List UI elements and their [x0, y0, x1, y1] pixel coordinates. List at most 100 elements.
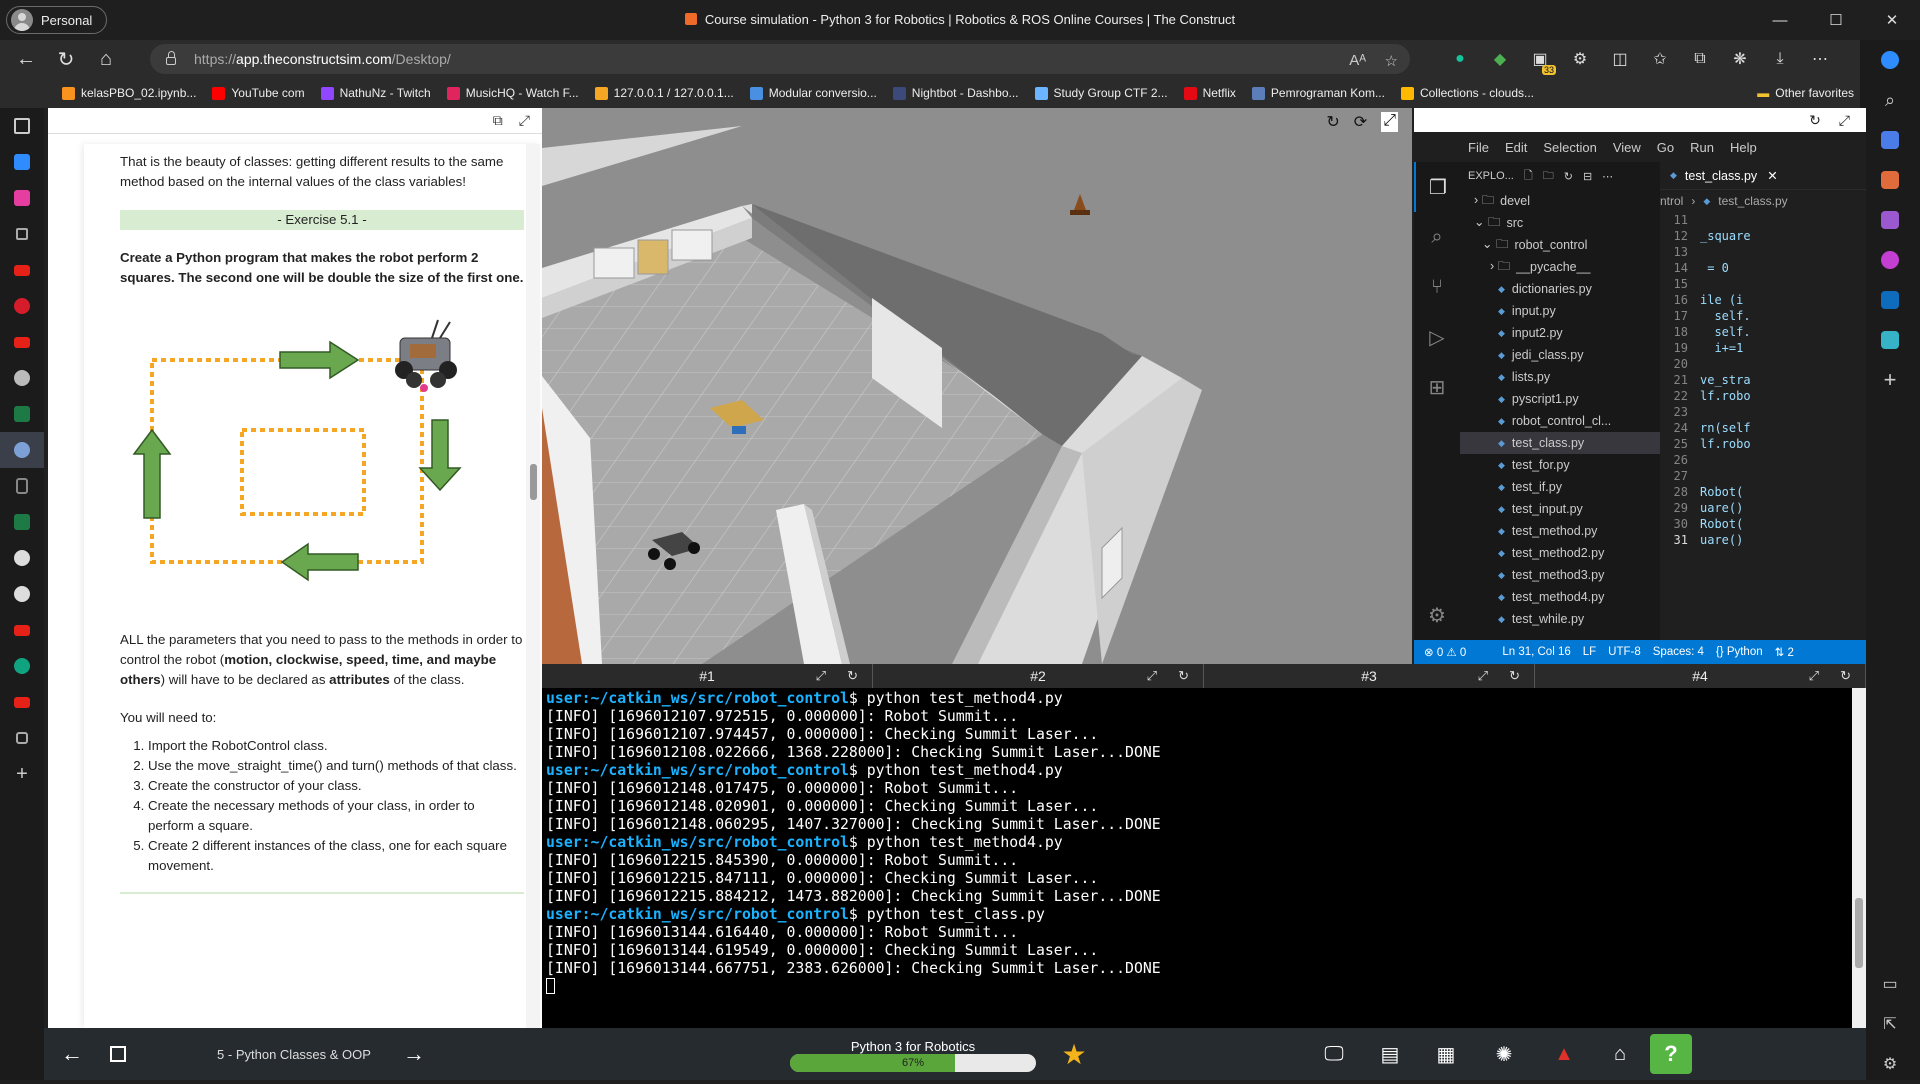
expand-icon[interactable]: ⤢ [1147, 668, 1157, 684]
settings-gear-icon[interactable]: ⚙ [1414, 590, 1460, 640]
tree-file[interactable]: ◆ test_method2.py [1460, 542, 1660, 564]
youtube-icon[interactable] [0, 612, 44, 648]
tools-icon[interactable] [1860, 160, 1920, 200]
bookmark-item[interactable]: NathuNz - Twitch [320, 86, 431, 100]
terminal-tab[interactable]: #4 ⤢ ↻ [1535, 664, 1866, 688]
terminal-scrollbar[interactable] [1852, 688, 1866, 1028]
tree-file[interactable]: ◆ test_if.py [1460, 476, 1660, 498]
add-icon[interactable]: + [1860, 360, 1920, 400]
bookmark-item[interactable]: Collections - clouds... [1400, 86, 1534, 100]
reload-icon[interactable]: ↻ [1809, 112, 1821, 129]
menu-item-edit[interactable]: Edit [1505, 140, 1527, 155]
excel-icon[interactable] [0, 396, 44, 432]
new-file-icon[interactable]: 🗋 [1524, 167, 1533, 186]
menu-item-help[interactable]: Help [1730, 140, 1757, 155]
star-icon[interactable]: ★ [1054, 1028, 1094, 1080]
tree-folder[interactable]: ⌄ 🗀 robot_control [1460, 234, 1660, 256]
drop-icon[interactable] [1860, 320, 1920, 360]
restart-icon[interactable]: ↻ [1178, 668, 1189, 684]
tree-file[interactable]: ◆ test_method3.py [1460, 564, 1660, 586]
gazebo-viewport[interactable]: ↻ ⟳ ⤢ [542, 108, 1412, 664]
split-screen-icon[interactable]: ◫ [1600, 49, 1640, 69]
bookmark-item[interactable]: Pemrograman Kom... [1251, 86, 1385, 100]
shopping-icon[interactable] [1860, 120, 1920, 160]
terminal-tab[interactable]: #2 ⤢ ↻ [873, 664, 1204, 688]
terminal-output[interactable]: user:~/catkin_ws/src/robot_control$ pyth… [546, 690, 1161, 996]
more-icon[interactable]: ⋯ [1800, 49, 1840, 69]
tree-file[interactable]: ◆ dictionaries.py [1460, 278, 1660, 300]
settings-icon[interactable]: ⚙ [1860, 1044, 1920, 1084]
cursor-position[interactable]: Ln 31, Col 16 [1502, 646, 1570, 658]
tree-file[interactable]: ◆ test_for.py [1460, 454, 1660, 476]
add-icon[interactable]: + [0, 756, 44, 792]
language-status[interactable]: {} Python [1716, 646, 1763, 658]
back-icon[interactable]: ← [6, 40, 46, 78]
tab-actions-icon[interactable] [0, 108, 44, 144]
home-icon[interactable]: ⌂ [1600, 1028, 1640, 1080]
outlook-icon[interactable] [1860, 280, 1920, 320]
extensions-icon[interactable]: ⊞ [1414, 362, 1460, 412]
youtube-icon[interactable] [0, 324, 44, 360]
bookmark-item[interactable]: YouTube com [212, 86, 305, 100]
notebook-icon[interactable]: ▤ [1370, 1028, 1410, 1080]
expand-icon[interactable]: ⤢ [1809, 668, 1819, 684]
read-aloud-icon[interactable]: Aᴬ [1349, 52, 1366, 69]
tree-file[interactable]: ◆ input.py [1460, 300, 1660, 322]
sidebar-toggle-icon[interactable]: ▭ [1860, 964, 1920, 1004]
collections-icon[interactable]: ⧉ [1680, 50, 1720, 68]
bookmark-item[interactable]: MusicHQ - Watch F... [446, 86, 579, 100]
maximize-icon[interactable]: ☐ [1808, 0, 1864, 40]
tree-file[interactable]: ◆ pyscript1.py [1460, 388, 1660, 410]
menu-item-file[interactable]: File [1468, 140, 1489, 155]
explorer-icon[interactable]: ❐ [1414, 162, 1460, 212]
minimize-icon[interactable]: — [1752, 0, 1808, 40]
extensions-icon[interactable]: ⚙ [1560, 49, 1600, 69]
bing-copilot-icon[interactable] [1860, 40, 1920, 80]
tree-file[interactable]: ◆ test_input.py [1460, 498, 1660, 520]
favorites-icon[interactable]: ✩ [1640, 49, 1680, 69]
menu-item-run[interactable]: Run [1690, 140, 1714, 155]
github-icon[interactable] [0, 360, 44, 396]
tree-file[interactable]: ◆ lists.py [1460, 366, 1660, 388]
next-arrow-icon[interactable]: → [394, 1028, 434, 1080]
terminal-input-line[interactable] [546, 978, 1161, 996]
reset-icon[interactable]: ↻ [1326, 112, 1339, 132]
restart-icon[interactable]: ↻ [847, 668, 858, 684]
grammarly-icon[interactable]: ● [1440, 50, 1480, 68]
bookmark-item[interactable]: Modular conversio... [749, 86, 877, 100]
address-bar[interactable]: https://app.theconstructsim.com/Desktop/… [150, 44, 1410, 74]
tree-folder[interactable]: › 🗀 devel [1460, 190, 1660, 212]
source-control-icon[interactable]: ⑂ [1414, 262, 1460, 312]
chatgpt-icon[interactable] [0, 648, 44, 684]
open-external-icon[interactable]: ⇱ [1860, 1004, 1920, 1044]
expand-icon[interactable]: ⤢ [519, 112, 530, 129]
search-icon[interactable]: ⌕ [1414, 212, 1460, 262]
eol-status[interactable]: LF [1583, 646, 1596, 658]
chatgpt-icon[interactable]: ✺ [1484, 1028, 1524, 1080]
extension-color-icon[interactable]: ◆ [1480, 49, 1520, 69]
sidebar-app-icon[interactable] [0, 432, 44, 468]
more-icon[interactable]: ⋯ [1602, 170, 1613, 183]
tree-file[interactable]: ◆ test_method.py [1460, 520, 1660, 542]
excel-icon[interactable] [0, 504, 44, 540]
favorite-star-icon[interactable]: ☆ [1385, 52, 1398, 70]
tree-file[interactable]: ◆ test_method4.py [1460, 586, 1660, 608]
bookmark-item[interactable]: Netflix [1183, 86, 1236, 100]
expand-icon[interactable]: ⤢ [816, 668, 826, 684]
youtube-icon[interactable] [0, 252, 44, 288]
editor-tab[interactable]: ◆ test_class.py ✕ [1660, 162, 1866, 190]
tree-file[interactable]: ◆ test_while.py [1460, 608, 1660, 630]
refresh-icon[interactable]: ↻ [46, 40, 86, 78]
bookmark-item[interactable]: Study Group CTF 2... [1034, 86, 1168, 100]
notebook-toggle-icon[interactable] [98, 1028, 138, 1080]
menu-item-go[interactable]: Go [1657, 140, 1674, 155]
menu-item-selection[interactable]: Selection [1543, 140, 1596, 155]
popout-icon[interactable]: ⧉ [493, 112, 503, 129]
reload-icon[interactable]: ⟳ [1354, 112, 1367, 132]
microsoft-365-icon[interactable] [1860, 240, 1920, 280]
extension-badge-icon[interactable]: ▣ 33 [1520, 49, 1560, 75]
ports-status[interactable]: ⇅ 2 [1775, 645, 1794, 659]
restart-icon[interactable]: ↻ [1840, 668, 1851, 684]
search-icon[interactable]: ⌕ [1860, 80, 1920, 120]
close-tab-icon[interactable]: ✕ [1767, 168, 1777, 183]
